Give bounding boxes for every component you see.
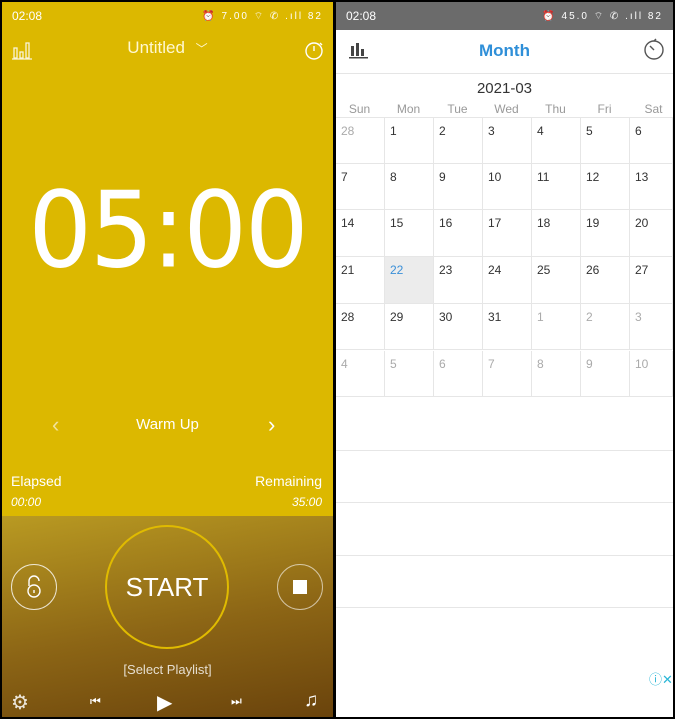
- calendar-day[interactable]: 8: [532, 350, 581, 398]
- calendar-day[interactable]: 17: [483, 210, 532, 258]
- calendar-day[interactable]: 29: [385, 303, 434, 351]
- status-bar: 02:08 ⏰ 45.0 ⌔ ✆ .ıll 82: [336, 2, 673, 30]
- calendar-day[interactable]: 9: [581, 350, 630, 398]
- music-icon[interactable]: ♫: [304, 690, 318, 712]
- calendar-day[interactable]: 8: [385, 163, 434, 211]
- calendar-day[interactable]: 20: [630, 210, 673, 258]
- next-track-icon[interactable]: ⏭: [231, 694, 242, 709]
- calendar-day[interactable]: 12: [581, 163, 630, 211]
- calendar-day[interactable]: 7: [336, 163, 385, 211]
- status-icons: ⏰ 45.0 ⌔ ✆ .ıll 82: [542, 10, 663, 22]
- select-playlist-button[interactable]: [Select Playlist]: [2, 662, 333, 677]
- calendar-day[interactable]: 10: [630, 350, 673, 398]
- status-time: 02:08: [346, 9, 377, 23]
- previous-track-icon[interactable]: ⏮: [90, 694, 101, 709]
- elapsed-label: Elapsed: [11, 473, 62, 489]
- start-button[interactable]: START: [105, 525, 229, 649]
- view-title[interactable]: Month: [336, 41, 673, 61]
- calendar-day[interactable]: 11: [532, 163, 581, 211]
- calendar-day[interactable]: 4: [336, 350, 385, 398]
- calendar-day[interactable]: 22: [385, 257, 434, 304]
- calendar-day[interactable]: 2: [434, 117, 483, 164]
- calendar-day[interactable]: 3: [483, 117, 532, 164]
- weekday-fri: Fri: [597, 102, 612, 116]
- calendar-day[interactable]: 23: [434, 257, 483, 304]
- divider: [336, 607, 673, 608]
- interval-name: Warm Up: [136, 416, 199, 433]
- weekday-thu: Thu: [545, 102, 566, 116]
- interval-timer-screen: 02:08 ⏰ 7.00 ⌔ ✆ .ıll 82 Untitled ﹀ 05:0…: [2, 2, 333, 717]
- calendar-day[interactable]: 3: [630, 303, 673, 351]
- calendar-day[interactable]: 13: [630, 163, 673, 211]
- control-panel: START [Select Playlist] ⚙ ⏮ ▶ ⏭ ♫: [2, 516, 333, 717]
- status-time: 02:08: [12, 9, 43, 23]
- calendar-day[interactable]: 4: [532, 117, 581, 164]
- unlock-icon: [27, 575, 41, 598]
- calendar-day[interactable]: 27: [630, 257, 673, 304]
- calendar-day[interactable]: 7: [483, 350, 532, 398]
- calendar-day[interactable]: 9: [434, 163, 483, 211]
- stopwatch-icon[interactable]: [303, 39, 325, 61]
- calendar-day[interactable]: 15: [385, 210, 434, 258]
- calendar-day[interactable]: 6: [630, 117, 673, 164]
- remaining-label: Remaining: [255, 473, 322, 489]
- ad-info-icon[interactable]: ⓘ✕: [649, 669, 673, 688]
- month-label: 2021-03: [476, 80, 533, 97]
- calendar-day[interactable]: 18: [532, 210, 581, 258]
- workout-selector[interactable]: Untitled ﹀: [2, 38, 333, 58]
- calendar-day[interactable]: 25: [532, 257, 581, 304]
- calendar-day[interactable]: 28: [336, 117, 385, 164]
- weekday-mon: Mon: [396, 102, 421, 116]
- settings-icon[interactable]: ⚙: [11, 690, 29, 715]
- countdown-display: 05:00: [28, 169, 308, 292]
- chevron-down-icon: ﹀: [195, 42, 208, 56]
- calendar-day[interactable]: 14: [336, 210, 385, 258]
- calendar-day[interactable]: 31: [483, 303, 532, 351]
- weekday-tue: Tue: [447, 102, 468, 116]
- timer-icon[interactable]: [642, 38, 666, 62]
- status-icons: ⏰ 7.00 ⌔ ✆ .ıll 82: [202, 10, 323, 22]
- calendar-day[interactable]: 1: [385, 117, 434, 164]
- calendar-screen: 02:08 ⏰ 45.0 ⌔ ✆ .ıll 82 Month 2021-03 S…: [336, 2, 673, 717]
- stop-button[interactable]: [277, 564, 323, 610]
- calendar-day[interactable]: 21: [336, 257, 385, 304]
- calendar-day[interactable]: 10: [483, 163, 532, 211]
- calendar-day[interactable]: 28: [336, 303, 385, 351]
- start-label: START: [125, 571, 209, 602]
- weekday-sat: Sat: [644, 102, 663, 116]
- remaining-value: 35:00: [291, 495, 322, 509]
- weekday-sun: Sun: [348, 102, 371, 116]
- calendar-day[interactable]: 5: [385, 350, 434, 398]
- calendar-day[interactable]: 30: [434, 303, 483, 351]
- calendar-day[interactable]: 6: [434, 350, 483, 398]
- play-icon[interactable]: ▶: [157, 690, 172, 715]
- next-interval-icon[interactable]: ›: [268, 412, 275, 438]
- stop-icon: [293, 580, 307, 594]
- calendar-day[interactable]: 26: [581, 257, 630, 304]
- divider: [336, 555, 673, 556]
- calendar-day[interactable]: 5: [581, 117, 630, 164]
- workout-title: Untitled: [127, 38, 185, 57]
- calendar-day[interactable]: 24: [483, 257, 532, 304]
- elapsed-value: 00:00: [11, 495, 42, 509]
- calendar-day[interactable]: 19: [581, 210, 630, 258]
- calendar-day[interactable]: 2: [581, 303, 630, 351]
- status-bar: 02:08 ⏰ 7.00 ⌔ ✆ .ıll 82: [2, 2, 333, 30]
- divider: [336, 450, 673, 451]
- lock-button[interactable]: [11, 564, 57, 610]
- calendar-day[interactable]: 16: [434, 210, 483, 258]
- divider: [336, 502, 673, 503]
- calendar-day[interactable]: 1: [532, 303, 581, 351]
- weekday-wed: Wed: [494, 102, 519, 116]
